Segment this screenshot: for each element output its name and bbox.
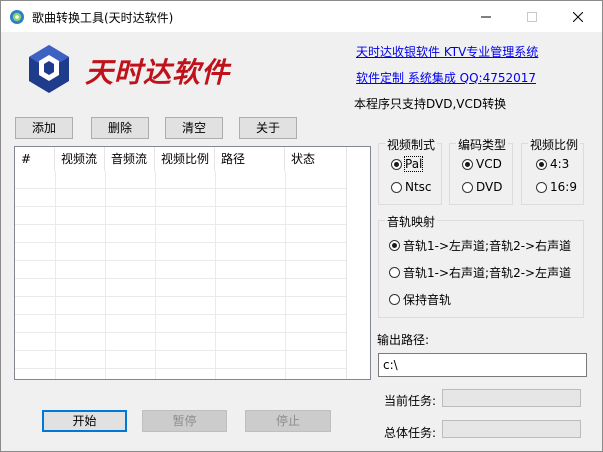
column-header-audio-stream[interactable]: 音频流 [105,147,155,171]
column-header-video-stream[interactable]: 视频流 [55,147,105,171]
radio-dvd[interactable]: DVD [462,180,502,194]
total-task-progress [442,420,581,438]
radio-audio-map-2-indicator [389,267,400,278]
list-header: # 视频流 音频流 视频比例 路径 状态 [15,147,370,171]
video-format-group: 视频制式 Pal Ntsc [378,136,442,205]
delete-button[interactable]: 删除 [91,117,149,139]
maximize-icon [526,11,537,22]
app-icon [9,9,25,25]
column-header-status[interactable]: 状态 [285,147,347,171]
video-format-title: 视频制式 [385,136,438,153]
list-scrollbar-area [346,147,370,379]
radio-audio-map-2-label: 音轨1->右声道;音轨2->左声道 [403,266,572,280]
radio-ntsc-indicator [391,181,402,193]
radio-dvd-indicator [462,181,473,193]
radio-16-9-label: 16:9 [550,180,577,194]
radio-audio-map-1[interactable]: 音轨1->左声道;音轨2->右声道 [389,237,571,254]
current-task-label: 当前任务: [384,394,437,408]
radio-16-9-indicator [536,181,547,193]
current-task-progress [442,389,581,407]
window-title: 歌曲转换工具(天时达软件) [32,11,174,25]
encode-type-group: 编码类型 VCD DVD [449,136,513,205]
add-button[interactable]: 添加 [15,117,73,139]
radio-4-3-indicator [536,158,547,170]
radio-audio-map-1-indicator [389,240,400,251]
aspect-ratio-title: 视频比例 [528,136,581,153]
ktv-system-link[interactable]: 天时达收银软件 KTV专业管理系统 [356,43,538,60]
output-path-input[interactable]: c:\ [378,353,587,377]
support-note: 本程序只支持DVD,VCD转换 [354,97,507,111]
close-button[interactable] [555,1,600,32]
main-window: 歌曲转换工具(天时达软件) 天时达软件 天时达收银软件 KTV专业管理系统 软件… [0,0,603,452]
radio-pal[interactable]: Pal [391,156,424,172]
aspect-ratio-group: 视频比例 4:3 16:9 [521,136,584,205]
radio-4-3[interactable]: 4:3 [536,157,569,171]
radio-vcd[interactable]: VCD [462,157,502,171]
encode-type-title: 编码类型 [456,136,509,153]
radio-audio-map-keep[interactable]: 保持音轨 [389,291,451,308]
radio-vcd-label: VCD [476,157,502,171]
audio-map-title: 音轨映射 [385,213,438,230]
radio-vcd-indicator [462,158,473,170]
list-grid [15,171,347,379]
custom-dev-link[interactable]: 软件定制 系统集成 QQ:4752017 [356,69,536,86]
radio-pal-indicator [391,158,402,170]
minimize-icon [480,16,491,17]
start-button[interactable]: 开始 [42,410,127,432]
radio-ntsc[interactable]: Ntsc [391,180,432,194]
radio-audio-map-2[interactable]: 音轨1->右声道;音轨2->左声道 [389,264,571,281]
radio-pal-label: Pal [403,156,424,172]
pause-button[interactable]: 暂停 [142,410,227,432]
stop-button[interactable]: 停止 [245,410,331,432]
column-header-aspect-ratio[interactable]: 视频比例 [155,147,215,171]
radio-audio-map-1-label: 音轨1->左声道;音轨2->右声道 [403,239,572,253]
about-button[interactable]: 关于 [239,117,297,139]
file-list[interactable]: # 视频流 音频流 视频比例 路径 状态 [14,146,371,380]
column-header-index[interactable]: # [15,147,55,171]
radio-audio-map-keep-indicator [389,294,400,305]
radio-dvd-label: DVD [476,180,503,194]
radio-ntsc-label: Ntsc [405,180,432,194]
total-task-label: 总体任务: [384,426,437,440]
minimize-button[interactable] [463,1,508,32]
column-header-path[interactable]: 路径 [215,147,285,171]
title-bar: 歌曲转换工具(天时达软件) [1,1,602,32]
company-logo: 天时达软件 [27,41,257,97]
radio-16-9[interactable]: 16:9 [536,180,577,194]
radio-4-3-label: 4:3 [550,157,570,171]
logo-text: 天时达软件 [85,56,231,89]
maximize-button[interactable] [509,1,554,32]
radio-audio-map-keep-label: 保持音轨 [403,293,452,307]
audio-map-group: 音轨映射 音轨1->左声道;音轨2->右声道 音轨1->右声道;音轨2->左声道… [378,213,584,318]
output-path-label: 输出路径: [377,333,430,347]
clear-button[interactable]: 清空 [165,117,223,139]
close-icon [572,11,583,22]
